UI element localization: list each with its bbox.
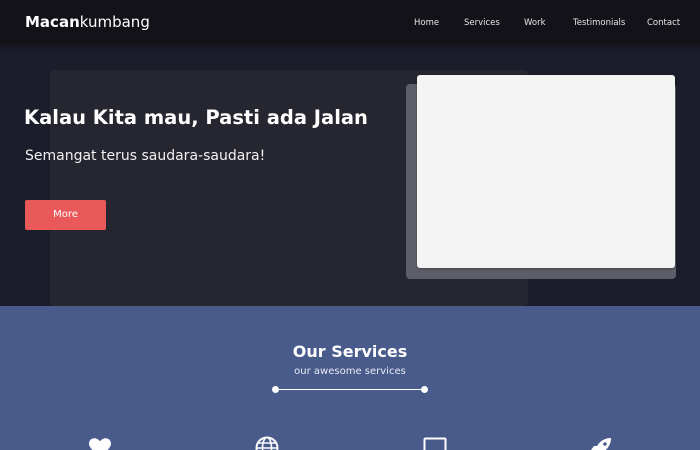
nav-link-services[interactable]: Services [464, 17, 500, 29]
nav-link-testimonials[interactable]: Testimonials [573, 17, 625, 29]
monitor-icon [423, 436, 447, 450]
more-button[interactable]: More [25, 200, 106, 230]
heart-icon [88, 436, 112, 450]
services-title: Our Services [292, 342, 408, 361]
hero-image-placeholder [417, 75, 675, 268]
services-section: Our Services our awesome services [0, 306, 700, 450]
navbar: Macankumbang Home Services Work Testimon… [0, 0, 700, 44]
nav-link-work[interactable]: Work [524, 17, 546, 29]
hero-section: Kalau Kita mau, Pasti ada Jalan Semangat… [0, 44, 700, 306]
divider-dot-left [272, 386, 279, 393]
nav-link-home[interactable]: Home [414, 17, 439, 29]
hero-subtitle: Semangat terus saudara-saudara! [25, 148, 266, 164]
services-subtitle: our awesome services [294, 366, 406, 377]
nav-link-contact[interactable]: Contact [647, 17, 680, 29]
section-divider [276, 389, 424, 390]
divider-dot-right [421, 386, 428, 393]
rocket-icon [589, 436, 613, 450]
hero-title: Kalau Kita mau, Pasti ada Jalan [24, 106, 368, 129]
globe-icon [255, 436, 279, 450]
nav-menu: Home Services Work Testimonials Contact [0, 17, 700, 29]
